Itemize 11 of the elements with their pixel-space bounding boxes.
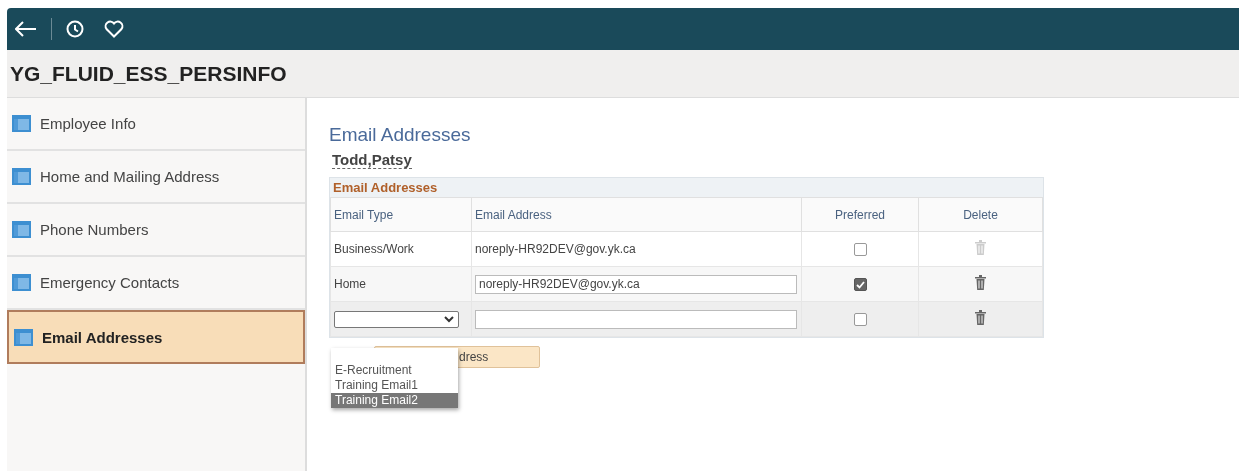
column-header: Email Address [471, 197, 802, 232]
column-header: Delete [918, 197, 1043, 232]
column-header: Email Type [330, 197, 472, 232]
table-cell: noreply-HR92DEV@gov.yk.ca [475, 242, 636, 256]
employee-name: Todd,Patsy [332, 151, 412, 169]
table-cell: Business/Work [334, 242, 414, 256]
section-heading: Email Addresses [329, 124, 472, 146]
table-cell: Home [334, 277, 366, 291]
column-header: Preferred [801, 197, 919, 232]
grid-title: Email Addresses [333, 180, 438, 195]
page-title: YG_FLUID_ESS_PERSINFO [10, 61, 287, 86]
